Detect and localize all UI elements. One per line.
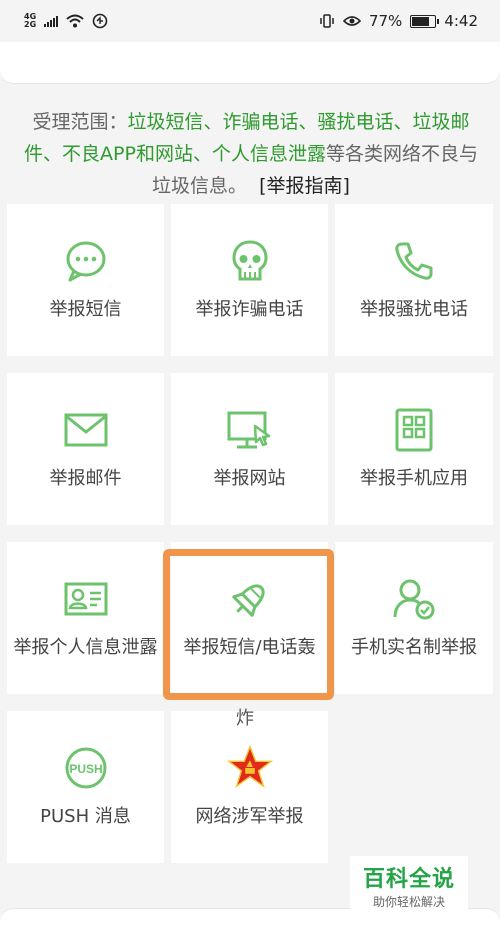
tile-label: 举报骚扰电话 xyxy=(360,299,468,320)
sms-bubble-icon xyxy=(63,238,109,284)
tile-label: 举报个人信息泄露 xyxy=(13,637,158,658)
tile-report-mobile-app[interactable]: 举报手机应用 xyxy=(335,373,493,525)
status-bar: 4G 2G 77% 4:42 xyxy=(0,0,500,42)
report-grid: 举报短信 举报诈骗电话 举报骚扰电话 举报邮件 举报网站 举报手机应用 举报个人… xyxy=(7,204,494,863)
top-card xyxy=(0,42,500,84)
tile-label: 手机实名制举报 xyxy=(351,637,477,658)
tile-label: 举报手机应用 xyxy=(360,468,468,489)
clock: 4:42 xyxy=(444,12,478,30)
tile-label: 网络涉军举报 xyxy=(195,806,304,827)
tile-report-fraud-call[interactable]: 举报诈骗电话 xyxy=(171,204,328,356)
scope-prefix: 受理范围： xyxy=(32,111,128,133)
tile-report-mail[interactable]: 举报邮件 xyxy=(7,373,164,525)
scope-description: 受理范围：垃圾短信、诈骗电话、骚扰电话、垃圾邮件、不良APP和网站、个人信息泄露… xyxy=(18,106,484,202)
phone-icon xyxy=(391,238,437,284)
eye-comfort-icon xyxy=(342,16,361,26)
tile-military-report[interactable]: 网络涉军举报 xyxy=(171,711,328,863)
monitor-cursor-icon xyxy=(227,407,273,453)
tile-real-name-report[interactable]: 手机实名制举报 xyxy=(335,542,493,694)
id-card-icon xyxy=(63,576,109,622)
user-check-icon xyxy=(391,576,437,622)
tile-report-personal-info-leak[interactable]: 举报个人信息泄露 xyxy=(7,542,164,694)
watermark-logo: 百科全说 助你轻松解决 xyxy=(350,856,468,914)
tile-push-message[interactable]: PUSH PUSH 消息 xyxy=(7,711,164,863)
watermark-title: 百科全说 xyxy=(362,866,455,892)
tile-label: 举报网站 xyxy=(213,468,286,489)
tile-label: 举报短信/电话轰 xyxy=(183,637,316,658)
phone-apps-icon xyxy=(391,407,437,453)
push-icon-text: PUSH xyxy=(69,762,102,776)
report-guide-link[interactable]: [举报指南] xyxy=(259,175,350,197)
wifi-icon xyxy=(66,14,84,28)
push-icon: PUSH xyxy=(63,745,109,791)
tile-label: PUSH 消息 xyxy=(40,806,131,827)
skull-icon xyxy=(227,238,273,284)
mail-icon xyxy=(63,407,109,453)
data-saver-icon xyxy=(92,13,108,29)
tile-label: 举报诈骗电话 xyxy=(195,299,304,320)
bomb-icon xyxy=(227,576,273,622)
tile-report-harassment-call[interactable]: 举报骚扰电话 xyxy=(335,204,493,356)
network-type-indicator: 4G 2G xyxy=(24,12,37,29)
tile-report-website[interactable]: 举报网站 xyxy=(171,373,328,525)
tile-report-sms-call-bombing[interactable]: 举报短信/电话轰 xyxy=(171,542,328,694)
empty-slot xyxy=(335,711,493,863)
tile-label-overflow: 炸 xyxy=(236,708,254,729)
red-star-icon xyxy=(226,744,273,791)
tile-report-sms[interactable]: 举报短信 xyxy=(7,204,164,356)
tile-label: 举报邮件 xyxy=(49,468,122,489)
vibrate-icon xyxy=(320,14,334,28)
cell-signal-icon xyxy=(44,15,59,27)
battery-percent: 77% xyxy=(368,12,403,30)
battery-icon xyxy=(410,14,440,28)
tile-label: 举报短信 xyxy=(49,299,122,320)
watermark-subtitle: 助你轻松解决 xyxy=(372,894,445,909)
